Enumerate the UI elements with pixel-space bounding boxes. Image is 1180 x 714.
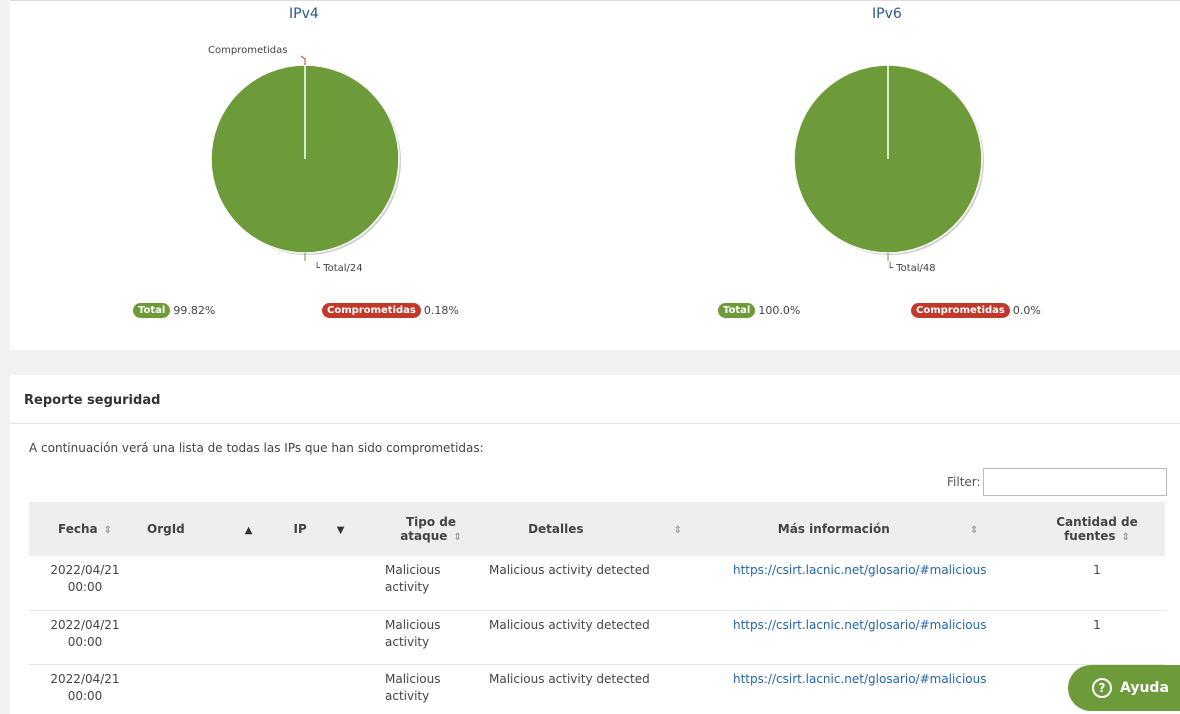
- cell-orgid: [141, 610, 259, 665]
- sort-icon: ⇕: [1121, 532, 1130, 543]
- table-header-row: Fecha ⇕ OrgId ▲ IP ▼ Tipo de ataque ⇕ Detall…: [29, 502, 1165, 556]
- cell-fuentes: 1: [1029, 610, 1165, 665]
- cell-tipo: Malicious activity: [379, 556, 483, 611]
- cell-fecha: 2022/04/21 00:00: [29, 664, 141, 714]
- cell-detalles: Malicious activity detected: [483, 664, 727, 714]
- cell-tipo: Malicious activity: [379, 664, 483, 714]
- col-tipo[interactable]: Tipo de ataque ⇕: [379, 502, 483, 556]
- col-orgid[interactable]: OrgId ▲: [141, 502, 259, 556]
- report-intro: A continuación verá una lista de todas l…: [29, 441, 484, 455]
- ipv4-comprometidas-badge: Comprometidas: [322, 303, 421, 318]
- help-button-label: Ayuda: [1120, 680, 1169, 696]
- ipv6-comprometidas-value: 0.0%: [1012, 304, 1041, 317]
- table-row: 2022/04/21 00:00 Malicious activity Mali…: [29, 556, 1165, 611]
- security-report-panel: Reporte seguridad A continuación verá un…: [10, 375, 1180, 714]
- filter-box: Filter:: [947, 468, 1167, 496]
- section-separator: [10, 350, 1180, 375]
- col-tipo-label: Tipo de ataque: [400, 515, 457, 543]
- table-row: 2022/04/21 00:00 Malicious activity Mali…: [29, 664, 1165, 714]
- charts-panel: IPv4 Comprometidas └ Total/24 Total 99.8…: [10, 0, 1180, 350]
- col-mas-info-label: Más información: [777, 522, 890, 536]
- ipv4-legend-comprometidas: Comprometidas 0.18%: [322, 303, 459, 318]
- cell-ip: [259, 556, 379, 611]
- cell-detalles: Malicious activity detected: [483, 610, 727, 665]
- cell-fecha: 2022/04/21 00:00: [29, 610, 141, 665]
- ipv6-legend-comprometidas: Comprometidas 0.0%: [911, 303, 1041, 318]
- ipv4-label-total-text: Total/24: [323, 263, 363, 274]
- cell-orgid: [141, 556, 259, 611]
- ipv4-total-badge: Total: [133, 303, 171, 318]
- report-title: Reporte seguridad: [10, 375, 1180, 424]
- left-gutter: [0, 0, 10, 714]
- col-ip[interactable]: IP ▼: [259, 502, 379, 556]
- sort-icon: ⇕: [103, 525, 112, 536]
- page: IPv4 Comprometidas └ Total/24 Total 99.8…: [0, 0, 1180, 714]
- cell-ip: [259, 610, 379, 665]
- pie-connector-comprometidas: [300, 55, 306, 65]
- cell-info: https://csirt.lacnic.net/glosario/#malic…: [727, 664, 1029, 714]
- info-link[interactable]: https://csirt.lacnic.net/glosario/#malic…: [733, 563, 986, 577]
- ipv6-total-value: 100.0%: [758, 304, 801, 317]
- ipv4-chart-title: IPv4: [289, 6, 319, 22]
- col-detalles-label: Detalles: [528, 522, 584, 536]
- ipv4-total-value: 99.82%: [173, 304, 216, 317]
- question-circle-icon: ?: [1092, 678, 1112, 698]
- help-button[interactable]: ? Ayuda: [1068, 665, 1180, 711]
- cell-info: https://csirt.lacnic.net/glosario/#malic…: [727, 610, 1029, 665]
- cell-fuentes: 1: [1029, 556, 1165, 611]
- ipv6-label-total-text: Total/48: [896, 263, 936, 274]
- col-detalles[interactable]: Detalles ⇕: [483, 502, 727, 556]
- col-fecha-label: Fecha: [58, 522, 98, 536]
- col-mas-info[interactable]: Más información ⇕: [727, 502, 1029, 556]
- ipv6-comprometidas-badge: Comprometidas: [911, 303, 1010, 318]
- ipv4-legend-total: Total 99.82%: [133, 303, 215, 318]
- info-link[interactable]: https://csirt.lacnic.net/glosario/#malic…: [733, 672, 986, 686]
- sort-asc-icon: ▲: [244, 525, 253, 536]
- ipv4-comprometidas-value: 0.18%: [423, 304, 459, 317]
- ipv6-label-total: └ Total/48: [887, 263, 936, 274]
- info-link[interactable]: https://csirt.lacnic.net/glosario/#malic…: [733, 618, 986, 632]
- cell-orgid: [141, 664, 259, 714]
- cell-info: https://csirt.lacnic.net/glosario/#malic…: [727, 556, 1029, 611]
- cell-fecha: 2022/04/21 00:00: [29, 556, 141, 611]
- ipv6-pie-chart: [793, 64, 984, 261]
- cell-ip: [259, 664, 379, 714]
- col-orgid-label: OrgId: [147, 522, 185, 536]
- cell-detalles: Malicious activity detected: [483, 556, 727, 611]
- sort-icon: ⇕: [969, 525, 979, 536]
- col-fecha[interactable]: Fecha ⇕: [29, 502, 141, 556]
- ipv6-legend-total: Total 100.0%: [718, 303, 800, 318]
- sort-desc-icon: ▼: [336, 525, 345, 536]
- ipv4-pie-chart: [210, 55, 401, 261]
- ipv6-chart-title: IPv6: [872, 6, 902, 22]
- col-ip-label: IP: [293, 522, 307, 536]
- sort-icon: ⇕: [673, 525, 682, 536]
- filter-input[interactable]: [982, 468, 1167, 496]
- sort-icon: ⇕: [453, 532, 462, 543]
- cell-tipo: Malicious activity: [379, 610, 483, 665]
- table-row: 2022/04/21 00:00 Malicious activity Mali…: [29, 610, 1165, 665]
- ipv4-label-total: └ Total/24: [314, 263, 363, 274]
- compromised-ips-table: Fecha ⇕ OrgId ▲ IP ▼ Tipo de ataque ⇕ Detall…: [29, 502, 1165, 714]
- col-fuentes[interactable]: Cantidad de fuentes ⇕: [1029, 502, 1165, 556]
- filter-label: Filter:: [947, 475, 981, 489]
- ipv6-total-badge: Total: [718, 303, 756, 318]
